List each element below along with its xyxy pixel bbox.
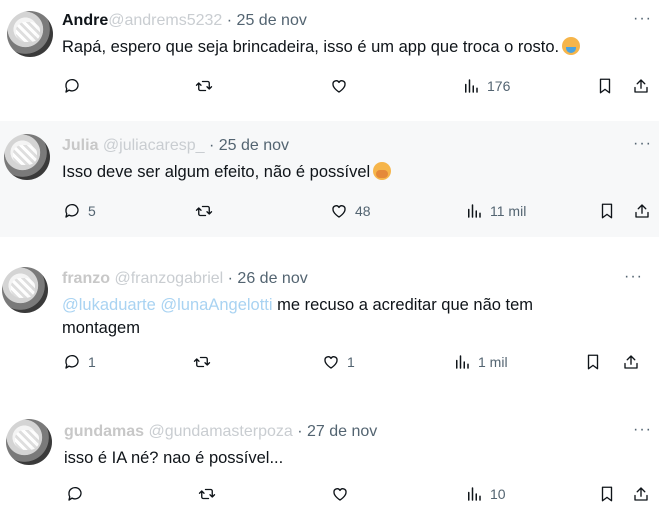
retweet-button[interactable]: [195, 200, 220, 222]
views-button[interactable]: 1 mil: [453, 351, 508, 373]
retweet-icon: [193, 356, 211, 368]
author-handle[interactable]: @andrems5232: [108, 12, 222, 29]
tweet-date[interactable]: · 27 de nov: [297, 423, 377, 440]
author-handle[interactable]: @gundamasterpoza: [148, 423, 292, 440]
more-icon[interactable]: ···: [624, 268, 643, 286]
views-icon: [468, 204, 481, 218]
like-button[interactable]: [330, 75, 355, 97]
like-icon: [324, 356, 338, 369]
bookmark-button[interactable]: [598, 483, 616, 505]
like-icon: [332, 205, 346, 218]
more-icon[interactable]: ···: [633, 421, 652, 439]
retweet-button[interactable]: [195, 75, 220, 97]
reply-button[interactable]: [66, 483, 91, 505]
tweet-date[interactable]: · 25 de nov: [209, 137, 289, 154]
author-name[interactable]: franzo: [62, 270, 110, 287]
avatar[interactable]: [2, 267, 48, 313]
tweet-text: Rapá, espero que seja brincadeira, isso …: [62, 36, 581, 59]
author-handle[interactable]: @franzogabriel: [114, 270, 223, 287]
bookmark-icon: [587, 354, 599, 370]
avatar[interactable]: [7, 11, 53, 57]
reply-button[interactable]: [63, 75, 88, 97]
retweet-icon: [195, 205, 213, 217]
tweet[interactable]: Andre@andrems5232 · 25 de nov ··· Rapá, …: [0, 0, 659, 121]
share-icon: [635, 204, 649, 218]
author-name[interactable]: Julia: [62, 137, 98, 154]
bookmark-button[interactable]: [584, 351, 602, 373]
retweet-button[interactable]: [198, 483, 223, 505]
share-button[interactable]: [632, 483, 650, 505]
bookmark-icon: [601, 486, 613, 502]
bookmark-icon: [599, 78, 611, 94]
share-icon: [634, 79, 648, 93]
tweet-date[interactable]: · 25 de nov: [227, 12, 307, 29]
tweet-header: franzo @franzogabriel · 26 de nov: [62, 270, 308, 288]
tweet-actions: 5 48 11 mil: [0, 200, 659, 222]
tweet[interactable]: gundamas @gundamasterpoza · 27 de nov ··…: [0, 393, 659, 519]
avatar[interactable]: [6, 419, 52, 465]
views-button[interactable]: 10: [465, 483, 506, 505]
share-button[interactable]: [622, 351, 640, 373]
bookmark-button[interactable]: [596, 75, 614, 97]
more-icon[interactable]: ···: [633, 10, 652, 28]
views-icon: [456, 355, 469, 369]
bookmark-button[interactable]: [598, 200, 616, 222]
tweet-text: @lukaduarte @lunaAngelotti me recuso a a…: [62, 296, 534, 337]
retweet-button[interactable]: [193, 351, 218, 373]
retweet-icon: [195, 80, 213, 92]
tweet-text: Isso deve ser algum efeito, não é possív…: [62, 161, 392, 184]
share-icon: [624, 355, 638, 369]
reply-icon: [65, 203, 79, 218]
share-button[interactable]: [633, 200, 651, 222]
tweet-actions: 176: [0, 75, 659, 97]
share-icon: [634, 487, 648, 501]
like-icon: [332, 80, 346, 93]
reply-icon: [65, 354, 79, 369]
tweet-actions: 10: [0, 483, 659, 505]
more-icon[interactable]: ···: [633, 135, 652, 153]
reply-icon: [65, 78, 79, 93]
mention-link[interactable]: @lukaduarte @lunaAngelotti: [62, 296, 273, 314]
retweet-icon: [198, 488, 216, 500]
tweet-text: isso é IA né? nao é possível...: [64, 449, 284, 467]
tweet-header: Julia @juliacaresp_ · 25 de nov: [62, 137, 289, 155]
like-button[interactable]: [331, 483, 356, 505]
bookmark-icon: [601, 203, 613, 219]
views-icon: [468, 487, 481, 501]
author-handle[interactable]: @juliacaresp_: [103, 137, 205, 154]
like-icon: [333, 488, 347, 501]
like-button[interactable]: 1: [322, 351, 355, 373]
tweet[interactable]: Julia @juliacaresp_ · 25 de nov ··· Isso…: [0, 121, 659, 237]
tweet-header: Andre@andrems5232 · 25 de nov: [62, 12, 307, 30]
author-name[interactable]: Andre: [62, 12, 108, 29]
views-icon: [465, 79, 478, 93]
like-button[interactable]: 48: [330, 200, 371, 222]
reply-button[interactable]: 1: [63, 351, 96, 373]
author-name[interactable]: gundamas: [64, 423, 144, 440]
tweet[interactable]: franzo @franzogabriel · 26 de nov ··· @l…: [0, 237, 659, 393]
tweet-date[interactable]: · 26 de nov: [228, 270, 308, 287]
share-button[interactable]: [632, 75, 650, 97]
reply-icon: [68, 486, 82, 501]
hugging-face-emoji: [373, 162, 392, 180]
reply-button[interactable]: 5: [63, 200, 96, 222]
tweet-actions: 1 1 1 mil: [0, 351, 659, 373]
avatar[interactable]: [4, 134, 50, 180]
tweet-header: gundamas @gundamasterpoza · 27 de nov: [64, 423, 377, 441]
views-button[interactable]: 176: [462, 75, 510, 97]
views-button[interactable]: 11 mil: [465, 200, 526, 222]
man-facepalming-emoji: [562, 37, 581, 55]
